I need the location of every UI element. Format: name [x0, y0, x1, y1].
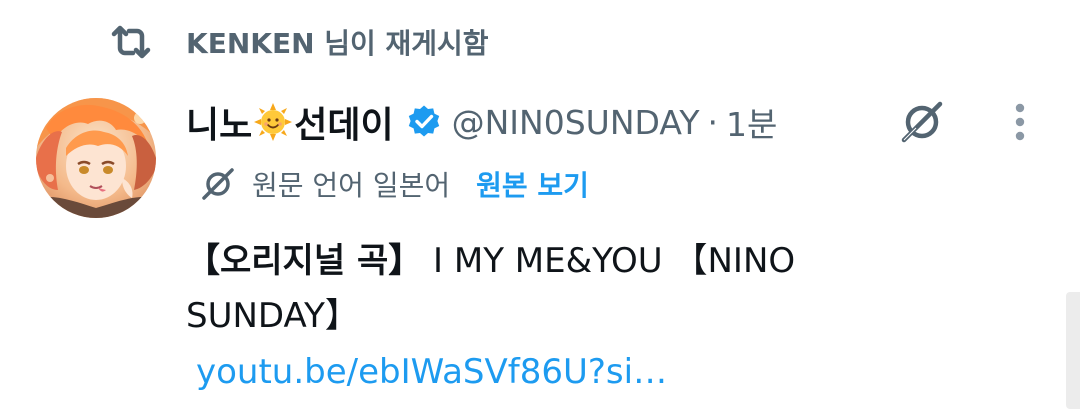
translation-row: 원문 언어 일본어 원본 보기 — [200, 164, 589, 204]
grok-translate-icon — [200, 166, 236, 202]
retweet-header: KENKEN 님이 재게시함 — [108, 22, 489, 62]
meta-separator: · — [707, 102, 719, 142]
tweet-text: 【오리지널 곡】 I MY ME&YOU 【NINO SUNDAY】 — [186, 234, 876, 344]
grok-icon[interactable] — [896, 98, 948, 146]
retweet-icon — [108, 22, 154, 62]
avatar[interactable] — [36, 98, 156, 218]
sun-with-face-emoji-icon — [254, 103, 293, 141]
author-handle[interactable]: @NIN0SUNDAY — [452, 103, 700, 142]
scrollbar[interactable] — [1066, 292, 1080, 409]
author-name-part2: 선데이 — [294, 105, 394, 146]
author-display-name[interactable]: 니노 선데이 — [186, 96, 394, 148]
more-vertical-icon[interactable] — [1004, 100, 1036, 144]
show-original-link[interactable]: 원본 보기 — [476, 164, 589, 204]
translation-source-note: 원문 언어 일본어 — [252, 169, 451, 202]
tweet-header: 니노 선데이 @NIN0SUNDAY · 1분 — [186, 96, 777, 148]
tweet-title: 【오리지널 곡】 — [186, 241, 423, 281]
verified-badge-icon[interactable] — [406, 104, 442, 140]
tweet-link[interactable]: youtu.be/ebIWaSVf86U?si… — [196, 352, 667, 392]
tweet-timestamp[interactable]: 1분 — [726, 98, 777, 146]
author-name-part1: 니노 — [186, 105, 253, 146]
retweet-label[interactable]: KENKEN 님이 재게시함 — [186, 22, 489, 62]
